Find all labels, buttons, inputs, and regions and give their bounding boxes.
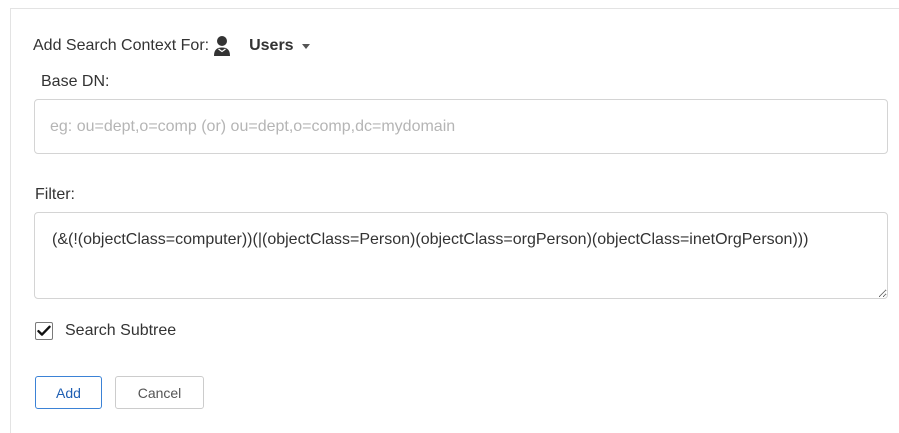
search-context-title: Add Search Context For: — [33, 37, 210, 54]
search-context-panel: Add Search Context For: Users Base DN: F… — [10, 8, 899, 433]
search-subtree-option[interactable]: Search Subtree — [35, 322, 176, 340]
cropped-heading — [0, 0, 899, 8]
cancel-button[interactable]: Cancel — [115, 376, 204, 409]
filter-textarea[interactable]: (&(!(objectClass=computer))(|(objectClas… — [34, 212, 888, 299]
base-dn-label: Base DN: — [41, 73, 110, 90]
base-dn-input[interactable] — [34, 99, 888, 154]
search-subtree-checkbox[interactable] — [35, 322, 53, 340]
filter-label: Filter: — [35, 186, 75, 203]
add-button[interactable]: Add — [35, 376, 102, 409]
context-type-value: Users — [249, 37, 294, 54]
search-subtree-label: Search Subtree — [65, 322, 177, 339]
context-type-dropdown[interactable]: Users — [249, 37, 310, 55]
chevron-down-icon — [301, 43, 310, 49]
user-icon — [212, 35, 232, 57]
check-icon — [37, 325, 51, 336]
search-context-header: Add Search Context For: Users — [33, 35, 310, 57]
